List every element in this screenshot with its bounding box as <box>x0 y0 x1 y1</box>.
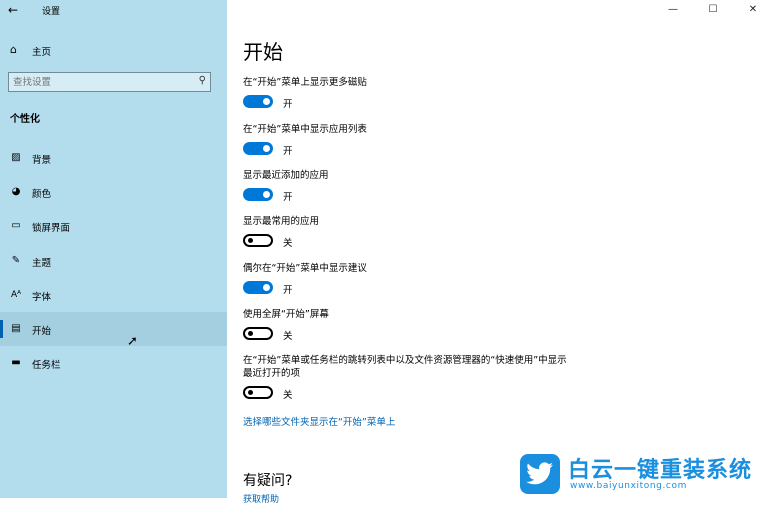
font-icon: Aᴬ <box>10 290 22 300</box>
taskbar-icon: ▬ <box>11 357 21 368</box>
sidebar-item-label: 字体 <box>32 292 52 303</box>
sidebar-item-themes[interactable]: ✎ 主题 <box>0 244 227 278</box>
toggle-switch[interactable] <box>243 95 273 108</box>
toggle-state: 开 <box>283 146 293 157</box>
watermark-url: www.baiyunxitong.com <box>570 481 687 491</box>
sidebar-item-label: 任务栏 <box>32 360 61 371</box>
section-heading: 个性化 <box>10 114 40 125</box>
picture-icon: ▨ <box>11 152 21 163</box>
toggle-switch[interactable] <box>243 386 273 399</box>
sidebar-item-taskbar[interactable]: ▬ 任务栏 <box>0 346 227 380</box>
page-title: 开始 <box>243 40 283 64</box>
sidebar-item-label: 背景 <box>32 155 52 166</box>
back-arrow-icon[interactable]: ← <box>8 3 24 17</box>
toggle-state: 开 <box>283 285 293 296</box>
toggle-knob <box>248 390 253 395</box>
maximize-button[interactable]: ☐ <box>698 2 728 18</box>
sidebar-item-label: 锁屏界面 <box>32 223 71 234</box>
toggle-state: 关 <box>283 331 293 342</box>
setting-more-tiles: 在“开始”菜单上显示更多磁贴 开 <box>243 76 603 111</box>
setting-suggestions: 偶尔在“开始”菜单中显示建议 开 <box>243 262 603 297</box>
window-controls: — ☐ ✕ <box>658 0 778 20</box>
sidebar-item-label: 颜色 <box>32 189 52 200</box>
lockscreen-icon: ▭ <box>11 220 21 231</box>
sidebar-item-background[interactable]: ▨ 背景 <box>0 141 227 175</box>
theme-icon: ✎ <box>11 255 21 266</box>
setting-app-list: 在“开始”菜单中显示应用列表 开 <box>243 123 603 158</box>
toggle-switch[interactable] <box>243 188 273 201</box>
toggle-knob <box>263 284 270 291</box>
sidebar-item-start[interactable]: ▤ 开始 <box>0 312 227 346</box>
question-heading: 有疑问? <box>243 473 293 489</box>
twitter-bird-icon <box>520 454 560 494</box>
watermark: 白云一键重装系统 www.baiyunxitong.com <box>520 452 770 496</box>
toggle-switch[interactable] <box>243 142 273 155</box>
start-icon: ▤ <box>11 323 21 334</box>
toggle-row: 开 <box>243 95 603 111</box>
titlebar-left: ← 设置 <box>0 0 227 20</box>
sidebar-item-fonts[interactable]: Aᴬ 字体 <box>0 278 227 312</box>
home-label: 主页 <box>32 47 52 58</box>
toggle-knob <box>263 145 270 152</box>
toggle-switch[interactable] <box>243 234 273 247</box>
toggle-row: 开 <box>243 188 603 204</box>
setting-recent-apps: 显示最近添加的应用 开 <box>243 169 603 204</box>
setting-label: 在“开始”菜单或任务栏的跳转列表中以及文件资源管理器的“快速使用”中显示最近打开… <box>243 355 567 379</box>
setting-label: 在“开始”菜单中显示应用列表 <box>243 124 367 135</box>
home-icon: ⌂ <box>10 43 17 56</box>
sidebar: ← 设置 ⌂ 主页 ⚲ 个性化 ▨ 背景 ◕ 颜色 ▭ 锁屏界面 ✎ 主题 Aᴬ… <box>0 0 227 498</box>
toggle-row: 开 <box>243 281 603 297</box>
toggle-knob <box>263 191 270 198</box>
toggle-switch[interactable] <box>243 281 273 294</box>
toggle-row: 关 <box>243 234 603 250</box>
minimize-button[interactable]: — <box>658 2 688 18</box>
home-nav-item[interactable]: ⌂ 主页 <box>0 40 227 60</box>
sidebar-item-label: 开始 <box>32 326 52 337</box>
app-title: 设置 <box>42 7 61 17</box>
choose-folders-link[interactable]: 选择哪些文件夹显示在“开始”菜单上 <box>243 414 395 428</box>
toggle-knob <box>248 238 253 243</box>
setting-label: 使用全屏“开始”屏幕 <box>243 309 329 320</box>
setting-label: 显示最常用的应用 <box>243 216 320 227</box>
mouse-cursor-icon: ➚ <box>127 334 138 349</box>
setting-label: 在“开始”菜单上显示更多磁贴 <box>243 77 367 88</box>
toggle-knob <box>263 98 270 105</box>
watermark-title: 白云一键重装系统 <box>568 458 753 483</box>
get-help-link[interactable]: 获取帮助 <box>243 492 279 505</box>
search-box[interactable]: ⚲ <box>8 72 211 92</box>
toggle-state: 开 <box>283 192 293 203</box>
palette-icon: ◕ <box>11 186 21 197</box>
toggle-switch[interactable] <box>243 327 273 340</box>
sidebar-item-lockscreen[interactable]: ▭ 锁屏界面 <box>0 209 227 243</box>
toggle-knob <box>248 331 253 336</box>
close-button[interactable]: ✕ <box>738 2 768 18</box>
setting-full-screen: 使用全屏“开始”屏幕 关 <box>243 308 603 343</box>
toggle-row: 开 <box>243 142 603 158</box>
setting-most-used: 显示最常用的应用 关 <box>243 215 603 250</box>
toggle-row: 关 <box>243 386 573 402</box>
toggle-state: 关 <box>283 238 293 249</box>
sidebar-item-colors[interactable]: ◕ 颜色 <box>0 175 227 209</box>
sidebar-item-label: 主题 <box>32 258 52 269</box>
toggle-state: 开 <box>283 99 293 110</box>
toggle-row: 关 <box>243 327 603 343</box>
search-input[interactable] <box>13 75 183 89</box>
setting-label: 偶尔在“开始”菜单中显示建议 <box>243 263 367 274</box>
toggle-state: 关 <box>283 390 293 401</box>
search-icon[interactable]: ⚲ <box>199 75 206 86</box>
setting-label: 显示最近添加的应用 <box>243 170 329 181</box>
setting-recent-items: 在“开始”菜单或任务栏的跳转列表中以及文件资源管理器的“快速使用”中显示最近打开… <box>243 354 573 402</box>
